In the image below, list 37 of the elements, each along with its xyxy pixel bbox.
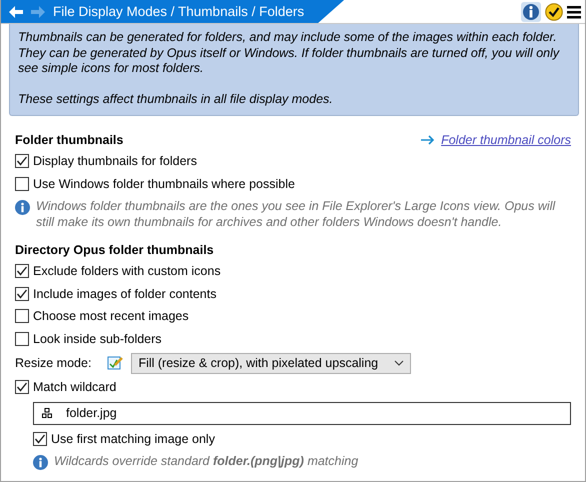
checkbox[interactable] [15, 380, 29, 394]
checkbox-label: Look inside sub-folders [33, 332, 162, 346]
section-heading: Folder thumbnails [15, 133, 124, 147]
checkbox-label: Use first matching image only [51, 432, 215, 446]
edit-icon [107, 355, 124, 371]
info-text: These settings affect thumbnails in all file display modes. [18, 92, 334, 107]
resize-mode-dropdown[interactable]: Fill (resize & crop), with pixelated upscaling [131, 352, 412, 374]
info-text: Thumbnails can be generated for folders, and may include some of the images within each folder. They can be generated by Opus itself or Windows. If folder thumbnails are turned off, you will only see simple icons for most folders. [18, 30, 560, 76]
info-icon [33, 455, 48, 470]
section-heading: Directory Opus folder thumbnails [15, 243, 214, 257]
checkbox-label: Use Windows folder thumbnails where possible [33, 176, 295, 191]
note-text: Wildcards override standard folder.(png|jpg) matching [54, 454, 358, 470]
note-text: Windows folder thumbnails are the ones you see in File Explorer's Large Icons view. Opus will still make its own thumbnails for archives and other folders Windows doesn't handle. [36, 199, 556, 230]
checkbox-label: Exclude folders with custom icons [33, 264, 221, 278]
checkbox-label: Include images of folder contents [33, 286, 216, 301]
breadcrumb-path: File Display Modes / Thumbnails / Folders [53, 4, 304, 19]
checkbox-label: Display thumbnails for folders [33, 154, 197, 168]
checkbox[interactable] [33, 432, 47, 446]
resize-mode-label: Resize mode: [15, 356, 92, 370]
menu-icon[interactable] [567, 4, 581, 18]
checkbox[interactable] [15, 176, 29, 191]
wildcard-field[interactable]: folder.jpg [33, 402, 571, 424]
checkbox[interactable] [15, 264, 29, 278]
checkbox-label: Choose most recent images [33, 309, 189, 324]
checkbox[interactable] [15, 309, 29, 324]
back-arrow-icon[interactable] [9, 6, 23, 18]
info-icon [15, 200, 30, 215]
checkmark-icon[interactable] [545, 2, 563, 20]
info-icon[interactable] [521, 2, 541, 22]
tree-icon [42, 408, 52, 418]
link[interactable]: Folder thumbnail colors [421, 133, 571, 147]
arrow-icon [421, 135, 436, 145]
checkbox-label: Match wildcard [33, 380, 116, 394]
chevron-down-icon [394, 360, 404, 366]
checkbox[interactable] [15, 154, 29, 168]
checkbox[interactable] [15, 332, 29, 346]
checkbox[interactable] [15, 286, 29, 301]
